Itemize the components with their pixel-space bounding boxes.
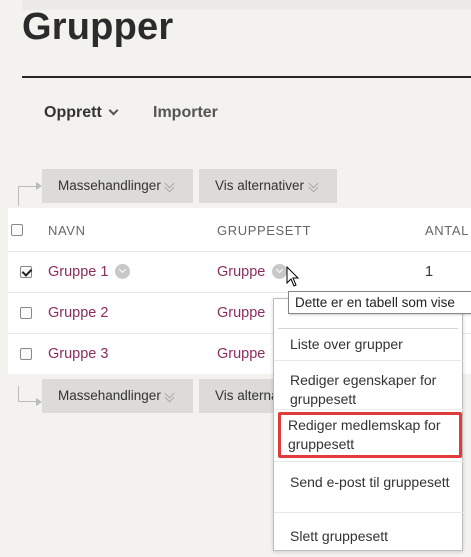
select-all-checkbox[interactable] xyxy=(11,224,23,236)
mass-actions-label: Massehandlinger xyxy=(58,178,161,193)
view-options-button-bottom[interactable]: Vis alterna xyxy=(199,379,279,413)
menu-item-send-email[interactable]: Send e-post til gruppesett xyxy=(280,469,460,496)
menu-divider xyxy=(274,409,464,410)
double-chevron-down-icon xyxy=(309,180,319,192)
group-name-link[interactable]: Gruppe 3 xyxy=(48,346,108,362)
menu-item-delete-group-set[interactable]: Slett gruppesett xyxy=(280,523,460,550)
create-menu-button[interactable]: Opprett xyxy=(44,104,119,122)
double-chevron-down-icon xyxy=(165,390,175,402)
group-set-context-menu: Liste over grupper Rediger egenskaper fo… xyxy=(273,298,464,551)
row-checkbox[interactable] xyxy=(20,307,32,319)
menu-divider xyxy=(274,512,464,513)
group-options-icon[interactable] xyxy=(115,264,130,279)
page-title: Grupper xyxy=(22,6,174,48)
mass-actions-button[interactable]: Massehandlinger xyxy=(42,169,193,203)
import-button[interactable]: Importer xyxy=(153,104,218,122)
menu-item-list-groups[interactable]: Liste over grupper xyxy=(280,331,460,358)
chevron-down-icon xyxy=(108,105,119,116)
column-header-count[interactable]: ANTAL xyxy=(425,223,469,238)
title-divider xyxy=(22,76,471,78)
menu-item-edit-properties[interactable]: Rediger egenskaper for gruppesett xyxy=(280,367,460,413)
group-set-link[interactable]: Gruppe xyxy=(217,305,265,321)
group-set-link[interactable]: Gruppe xyxy=(217,346,265,362)
mouse-cursor-icon xyxy=(286,266,300,287)
member-count: 1 xyxy=(425,264,434,280)
mass-actions-label: Massehandlinger xyxy=(58,388,161,403)
group-set-link[interactable]: Gruppe xyxy=(217,264,265,280)
double-chevron-down-icon xyxy=(165,180,175,192)
group-set-options-icon[interactable] xyxy=(272,264,287,279)
column-header-group-set[interactable]: GRUPPESETT xyxy=(217,223,311,238)
create-label: Opprett xyxy=(44,104,102,121)
view-options-label: Vis alternativer xyxy=(215,178,305,193)
view-options-label: Vis alterna xyxy=(215,388,279,403)
row-checkbox[interactable] xyxy=(20,266,32,278)
menu-divider xyxy=(274,461,464,462)
mass-actions-button-bottom[interactable]: Massehandlinger xyxy=(42,379,193,413)
tooltip: Dette er en tabell som vise xyxy=(288,291,471,314)
menu-divider xyxy=(274,360,464,361)
row-divider xyxy=(8,251,471,252)
row-checkbox[interactable] xyxy=(20,348,32,360)
view-options-button[interactable]: Vis alternativer xyxy=(199,169,337,203)
toolbar-connector-bottom xyxy=(18,386,42,406)
menu-item-edit-membership[interactable]: Rediger medlemskap for gruppesett xyxy=(278,412,462,458)
column-header-name[interactable]: NAVN xyxy=(48,223,86,238)
toolbar-connector-top xyxy=(18,182,42,206)
group-name-link[interactable]: Gruppe 2 xyxy=(48,305,108,321)
group-name-link[interactable]: Gruppe 1 xyxy=(48,264,108,280)
